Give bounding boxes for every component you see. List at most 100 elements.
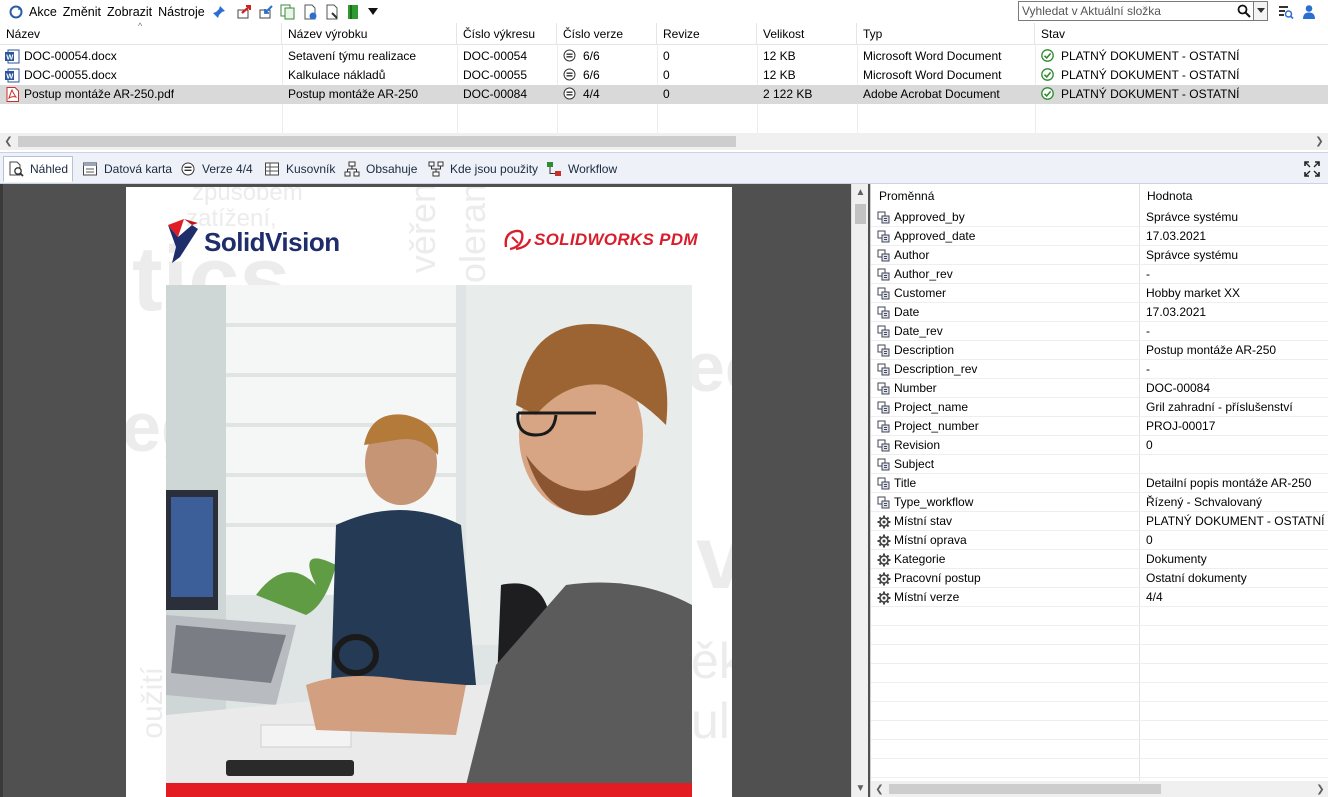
menu-nastroje[interactable]: Nástroje — [155, 2, 208, 22]
file-version: 6/6 — [583, 68, 600, 82]
variable-row[interactable]: Místní verze 4/4 — [871, 588, 1328, 607]
refresh-icon[interactable] — [8, 2, 24, 22]
tab-verze[interactable]: Verze 4/4 — [176, 156, 257, 182]
variable-name: Date_rev — [894, 324, 943, 338]
tab-kde-jsou-pouzity[interactable]: Kde jsou použity — [424, 156, 542, 182]
variable-row[interactable]: Description Postup montáže AR-250 — [871, 341, 1328, 360]
tab-kusovnik[interactable]: Kusovník — [260, 156, 339, 182]
variables-horizontal-scrollbar[interactable]: ❮ ❯ — [871, 781, 1328, 797]
variable-value[interactable]: Detailní popis montáže AR-250 — [1146, 474, 1326, 493]
check-out-icon[interactable] — [236, 2, 252, 22]
file-revision: 0 — [663, 49, 670, 63]
variable-value[interactable]: DOC-00084 — [1146, 379, 1326, 398]
variable-value[interactable] — [1146, 455, 1326, 474]
variable-value[interactable]: Správce systému — [1146, 208, 1326, 227]
expand-icon[interactable] — [1304, 161, 1320, 177]
user-icon[interactable] — [1302, 2, 1316, 22]
variable-row[interactable]: Revision 0 — [871, 436, 1328, 455]
variable-value[interactable]: 0 — [1146, 531, 1326, 550]
variable-row[interactable]: Approved_date 17.03.2021 — [871, 227, 1328, 246]
variable-row[interactable]: Author Správce systému — [871, 246, 1328, 265]
search-icon[interactable] — [1235, 2, 1253, 20]
menu-akce[interactable]: Akce — [26, 2, 60, 22]
check-in-icon[interactable] — [258, 2, 274, 22]
variable-row[interactable]: Kategorie Dokumenty — [871, 550, 1328, 569]
column-revize[interactable]: Revize — [657, 23, 757, 45]
menu-zobrazit[interactable]: Zobrazit — [104, 2, 155, 22]
variable-value[interactable]: 17.03.2021 — [1146, 303, 1326, 322]
scroll-thumb[interactable] — [855, 204, 866, 224]
menu-zmenit[interactable]: Změnit — [60, 2, 104, 22]
variable-row[interactable]: Approved_by Správce systému — [871, 208, 1328, 227]
scroll-up-icon[interactable]: ▲ — [852, 184, 869, 201]
variable-row[interactable]: Type_workflow Řízený - Schvalovaný — [871, 493, 1328, 512]
column-hodnota[interactable]: Hodnota — [1139, 184, 1192, 208]
preview-vertical-scrollbar[interactable]: ▲ ▼ — [851, 184, 868, 797]
undo-checkout-icon[interactable] — [324, 2, 340, 22]
variable-row[interactable]: Number DOC-00084 — [871, 379, 1328, 398]
variable-row[interactable]: Title Detailní popis montáže AR-250 — [871, 474, 1328, 493]
scroll-right-icon[interactable]: ❯ — [1311, 133, 1328, 150]
tab-nahled[interactable]: Náhled — [3, 156, 74, 182]
file-list-horizontal-scrollbar[interactable]: ❮ ❯ — [0, 133, 1328, 150]
search-dropdown-icon[interactable] — [1253, 2, 1267, 20]
pin-icon[interactable] — [212, 2, 226, 22]
variable-row[interactable]: Date 17.03.2021 — [871, 303, 1328, 322]
variable-value[interactable]: Správce systému — [1146, 246, 1326, 265]
variable-value[interactable]: 17.03.2021 — [1146, 227, 1326, 246]
variable-row[interactable]: Project_number PROJ-00017 — [871, 417, 1328, 436]
advanced-search-icon[interactable] — [1278, 2, 1294, 22]
variable-value[interactable]: - — [1146, 322, 1326, 341]
green-book-icon[interactable] — [346, 2, 360, 22]
variable-name: Type_workflow — [894, 495, 974, 509]
variable-row[interactable]: Date_rev - — [871, 322, 1328, 341]
column-velikost[interactable]: Velikost — [757, 23, 857, 45]
variable-value[interactable]: Dokumenty — [1146, 550, 1326, 569]
variable-row[interactable]: Pracovní postup Ostatní dokumenty — [871, 569, 1328, 588]
column-stav[interactable]: Stav — [1035, 23, 1328, 45]
variable-row[interactable]: Subject — [871, 455, 1328, 474]
column-promenna[interactable]: Proměnná — [871, 184, 934, 208]
variable-row[interactable]: Místní stav PLATNÝ DOKUMENT - OSTATNÍ — [871, 512, 1328, 531]
variable-row[interactable]: Description_rev - — [871, 360, 1328, 379]
variable-value[interactable]: PLATNÝ DOKUMENT - OSTATNÍ — [1146, 512, 1326, 531]
file-row[interactable]: W DOC-00055.docx Kalkulace nákladů DOC-0… — [0, 66, 1328, 85]
copy-icon[interactable] — [280, 2, 296, 22]
variable-value[interactable]: Postup montáže AR-250 — [1146, 341, 1326, 360]
variable-value[interactable]: Ostatní dokumenty — [1146, 569, 1326, 588]
variable-value[interactable]: 0 — [1146, 436, 1326, 455]
variable-value[interactable]: Gril zahradní - příslušenství — [1146, 398, 1326, 417]
scroll-left-icon[interactable]: ❮ — [0, 133, 17, 150]
tab-datova-karta[interactable]: Datová karta — [78, 156, 176, 182]
variable-name: Author — [894, 248, 930, 262]
file-type: Microsoft Word Document — [863, 49, 1002, 63]
scroll-thumb[interactable] — [18, 136, 736, 147]
variable-name: Místní stav — [894, 514, 953, 528]
variable-value[interactable]: 4/4 — [1146, 588, 1326, 607]
variable-value[interactable]: - — [1146, 265, 1326, 284]
scroll-thumb[interactable] — [889, 784, 1161, 794]
variable-row[interactable]: Author_rev - — [871, 265, 1328, 284]
file-size: 12 KB — [763, 49, 796, 63]
toolbar-overflow-icon[interactable] — [367, 2, 378, 22]
column-nazev-vyrobku[interactable]: Název výrobku — [282, 23, 457, 45]
tab-workflow[interactable]: Workflow — [542, 156, 621, 182]
variable-value[interactable]: PROJ-00017 — [1146, 417, 1326, 436]
variable-value[interactable]: - — [1146, 360, 1326, 379]
tab-obsahuje[interactable]: Obsahuje — [340, 156, 421, 182]
column-typ[interactable]: Typ — [857, 23, 1035, 45]
search-input[interactable] — [1019, 2, 1235, 20]
variable-row[interactable]: Místní oprava 0 — [871, 531, 1328, 550]
variable-row[interactable]: Project_name Gril zahradní - příslušenstv… — [871, 398, 1328, 417]
variable-row[interactable]: Customer Hobby market XX — [871, 284, 1328, 303]
file-row-selected[interactable]: Postup montáže AR-250.pdf Postup montáže… — [0, 85, 1328, 104]
scroll-right-icon[interactable]: ❯ — [1312, 781, 1328, 797]
file-row[interactable]: W DOC-00054.docx Setavení týmu realizace… — [0, 47, 1328, 66]
get-version-icon[interactable] — [302, 2, 318, 22]
scroll-left-icon[interactable]: ❮ — [871, 781, 888, 797]
variable-value[interactable]: Řízený - Schvalovaný — [1146, 493, 1326, 512]
column-cislo-vykresu[interactable]: Číslo výkresu — [457, 23, 557, 45]
variable-value[interactable]: Hobby market XX — [1146, 284, 1326, 303]
scroll-down-icon[interactable]: ▼ — [852, 780, 869, 797]
column-cislo-verze[interactable]: Číslo verze — [557, 23, 657, 45]
